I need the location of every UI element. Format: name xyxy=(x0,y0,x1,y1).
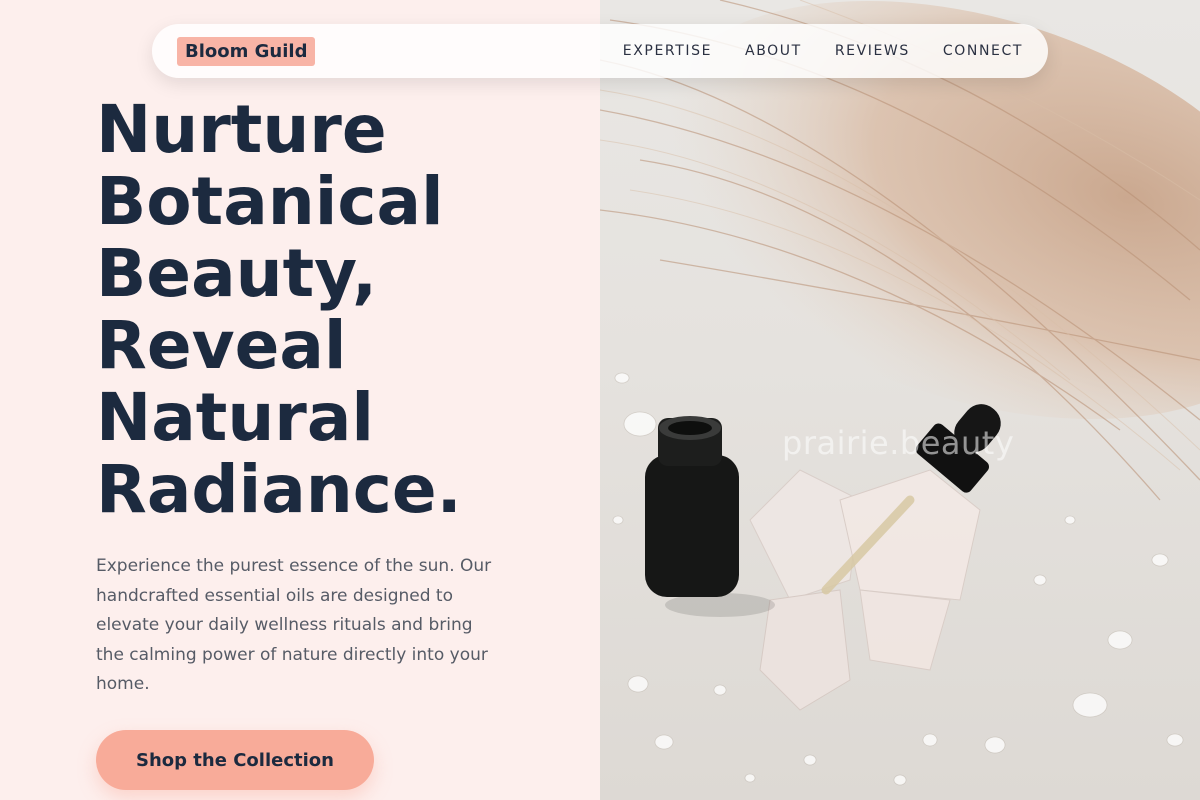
headline-line: Radiance. xyxy=(96,451,462,528)
shop-collection-button[interactable]: Shop the Collection xyxy=(96,730,374,790)
top-navigation: Bloom Guild EXPERTISE ABOUT REVIEWS CONN… xyxy=(152,24,1048,78)
headline-line: Botanical xyxy=(96,163,444,240)
product-scene xyxy=(612,372,1184,786)
hero-description: Experience the purest essence of the sun… xyxy=(96,556,492,694)
nav-links: EXPERTISE ABOUT REVIEWS CONNECT xyxy=(623,43,1023,59)
nav-link-reviews[interactable]: REVIEWS xyxy=(835,43,910,59)
headline-line: Natural xyxy=(96,379,375,456)
nav-link-connect[interactable]: CONNECT xyxy=(943,43,1023,59)
headline-line: Reveal xyxy=(96,307,347,384)
headline-line: Beauty, xyxy=(96,235,378,312)
hero-headline: Nurture Botanical Beauty, Reveal Natural… xyxy=(96,94,576,526)
watermark-text: prairie.beauty xyxy=(782,424,1015,462)
nav-link-about[interactable]: ABOUT xyxy=(745,43,802,59)
hero-image: prairie.beauty xyxy=(600,0,1200,800)
headline-line: Nurture xyxy=(96,91,387,168)
brand-logo[interactable]: Bloom Guild xyxy=(177,36,316,66)
nav-link-expertise[interactable]: EXPERTISE xyxy=(623,43,712,59)
